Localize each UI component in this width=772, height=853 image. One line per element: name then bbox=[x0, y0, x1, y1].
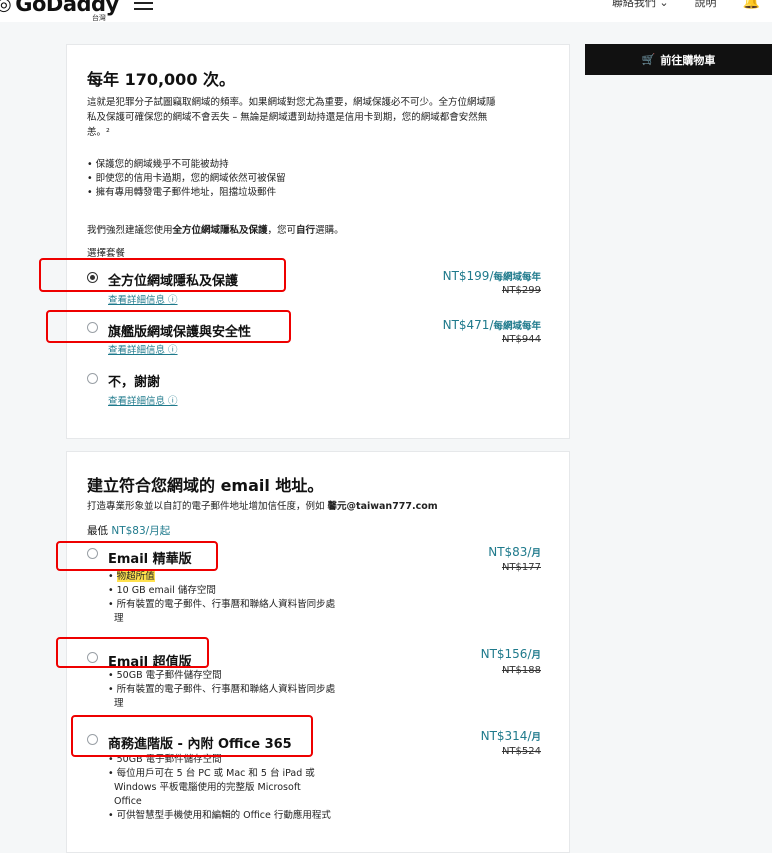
godaddy-logo-icon: ◎ bbox=[0, 0, 12, 15]
business-office365-features: • 50GB 電子郵件儲存空間 • 每位用戶可在 5 台 PC 或 Mac 和 … bbox=[108, 753, 331, 823]
option-premium-price: NT$471/每網域每年 bbox=[442, 318, 541, 332]
feature-item: • 所有裝置的電子郵件、行事曆和聯絡人資料皆同步處 bbox=[108, 599, 336, 610]
bullet-item: • 保護您的網域幾乎不可能被劫持 bbox=[87, 159, 229, 170]
domain-protection-card: 每年 170,000 次。 這就是犯罪分子試圖竊取網域的頻率。如果網域對您尤為重… bbox=[66, 44, 570, 439]
email-plus-price: NT$156/月 bbox=[480, 647, 541, 661]
option-full-privacy-details-link[interactable]: 查看詳細信息 ⓘ bbox=[108, 292, 178, 306]
option-premium-old-price: NT$944 bbox=[501, 334, 541, 345]
desc-line-3: 恙。² bbox=[87, 127, 110, 138]
feature-item: 理 bbox=[114, 613, 124, 624]
business-office365-old-price: NT$524 bbox=[501, 746, 541, 757]
feature-item: Windows 平板電腦使用的完整版 Microsoft bbox=[114, 782, 301, 793]
email-plus-features: • 50GB 電子郵件儲存空間 • 所有裝置的電子郵件、行事曆和聯絡人資料皆同步… bbox=[108, 669, 335, 711]
email-plus-old-price: NT$188 bbox=[501, 665, 541, 676]
feature-item: 理 bbox=[114, 698, 124, 709]
menu-icon[interactable] bbox=[134, 0, 153, 10]
email-description: 打造專業形象並以自訂的電子郵件地址增加信任度，例如 馨元@taiwan777.c… bbox=[87, 501, 438, 512]
feature-item: • 每位用戶可在 5 台 PC 或 Mac 和 5 台 iPad 或 bbox=[108, 768, 315, 779]
bullet-item: • 即使您的信用卡過期，您的網域依然可被保留 bbox=[87, 173, 286, 184]
help-link[interactable]: 說明 bbox=[695, 0, 717, 10]
option-no-thanks-details-link[interactable]: 查看詳細信息 ⓘ bbox=[108, 393, 178, 407]
feature-item: • 可供智慧型手機使用和編輯的 Office 行動應用程式 bbox=[108, 810, 331, 821]
protection-description: 這就是犯罪分子試圖竊取網域的頻率。如果網域對您尤為重要，網域保護必不可少。全方位… bbox=[87, 95, 557, 140]
feature-item: • 10 GB email 儲存空間 bbox=[108, 585, 216, 596]
email-essentials-old-price: NT$177 bbox=[501, 562, 541, 573]
region-label: 台灣 bbox=[92, 14, 106, 22]
email-essentials-price: NT$83/月 bbox=[488, 545, 541, 559]
protection-bullets: • 保護您的網域幾乎不可能被劫持 • 即使您的信用卡過期，您的網域依然可被保留 … bbox=[87, 158, 286, 200]
email-essentials-features: • 物超所值 • 10 GB email 儲存空間 • 所有裝置的電子郵件、行事… bbox=[108, 570, 335, 626]
highlight-box bbox=[46, 310, 291, 343]
email-title: 建立符合您網域的 email 地址。 bbox=[87, 476, 324, 495]
highlight-box bbox=[56, 541, 218, 571]
feature-item: • 物超所值 bbox=[108, 571, 155, 582]
email-starting-price: 最低 NT$83/月起 bbox=[87, 525, 171, 537]
desc-line-2: 私及保護可確保您的網域不會丟失 – 無論是網域遭到劫持還是信用卡到期，您的網域都… bbox=[87, 112, 488, 123]
recommendation-text: 我們強烈建議您使用全方位網域隱私及保護，您可自行選購。 bbox=[87, 225, 344, 236]
cart-icon: 🛒 bbox=[641, 53, 656, 66]
highlight-box bbox=[39, 258, 286, 292]
highlight-box bbox=[71, 715, 313, 757]
feature-item: • 所有裝置的電子郵件、行事曆和聯絡人資料皆同步處 bbox=[108, 684, 336, 695]
top-header: ◎ GoDaddy 台灣 聯絡我們 ⌄ 說明 🔔 bbox=[0, 0, 772, 22]
best-value-tag: 物超所值 bbox=[116, 571, 155, 582]
go-to-cart-button[interactable]: 🛒 前往購物車 bbox=[585, 44, 772, 75]
business-office365-price: NT$314/月 bbox=[480, 729, 541, 743]
contact-us-menu[interactable]: 聯絡我們 ⌄ bbox=[612, 0, 669, 10]
option-full-privacy-price: NT$199/每網域每年 bbox=[442, 269, 541, 283]
bell-icon[interactable]: 🔔 bbox=[743, 0, 760, 10]
option-premium-details-link[interactable]: 查看詳細信息 ⓘ bbox=[108, 342, 178, 356]
highlight-box bbox=[56, 637, 209, 668]
feature-item: • 50GB 電子郵件儲存空間 bbox=[108, 670, 222, 681]
option-no-thanks-radio[interactable] bbox=[87, 373, 98, 384]
option-full-privacy-old-price: NT$299 bbox=[501, 285, 541, 296]
feature-item: Office bbox=[114, 796, 142, 807]
desc-line-1: 這就是犯罪分子試圖竊取網域的頻率。如果網域對您尤為重要，網域保護必不可少。全方位… bbox=[87, 97, 496, 108]
bullet-item: • 擁有專用轉發電子郵件地址，阻擋垃圾郵件 bbox=[87, 187, 277, 198]
cart-label: 前往購物車 bbox=[660, 53, 716, 67]
protection-title: 每年 170,000 次。 bbox=[87, 70, 236, 89]
option-no-thanks-label[interactable]: 不，謝謝 bbox=[108, 371, 160, 390]
